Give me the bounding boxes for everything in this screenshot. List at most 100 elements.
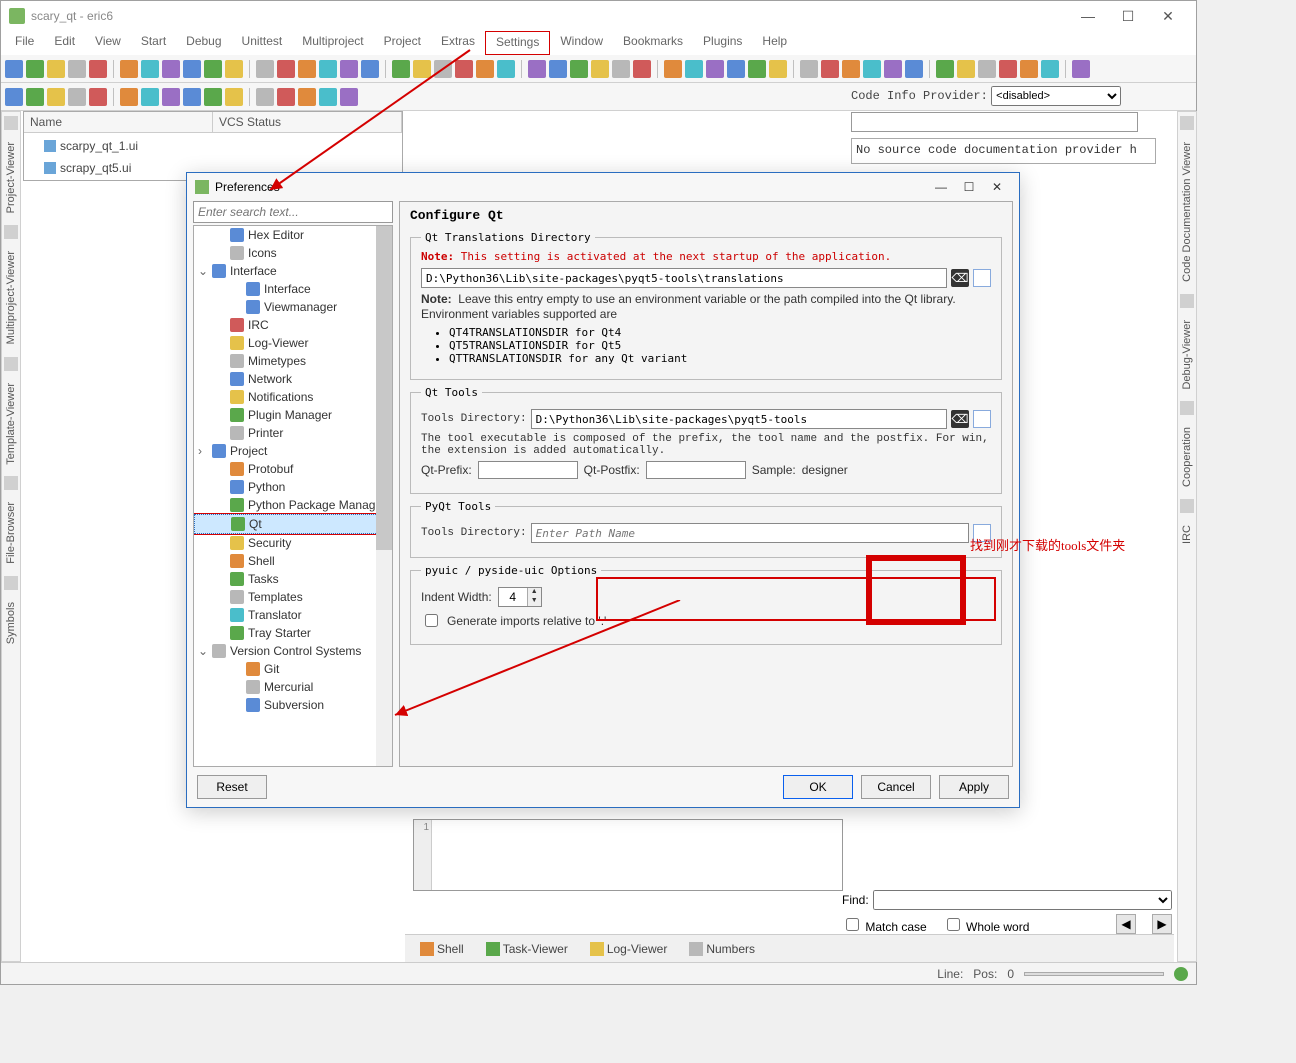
tree-item-mimetypes[interactable]: Mimetypes <box>194 352 392 370</box>
toolbar-icon[interactable] <box>183 88 201 106</box>
toolbar-icon[interactable] <box>1041 60 1059 78</box>
toolbar-icon[interactable] <box>821 60 839 78</box>
toolbar-icon[interactable] <box>141 88 159 106</box>
toolbar-icon[interactable] <box>392 60 410 78</box>
bottom-tab-task-viewer[interactable]: Task-Viewer <box>477 938 577 960</box>
toolbar-icon[interactable] <box>120 88 138 106</box>
whole-word-checkbox[interactable]: Whole word <box>943 915 1030 934</box>
find-prev-button[interactable]: ◀ <box>1116 914 1136 934</box>
column-vcs[interactable]: VCS Status <box>213 112 402 132</box>
side-tab-icon[interactable] <box>4 225 18 239</box>
toolbar-icon[interactable] <box>340 60 358 78</box>
toolbar-icon[interactable] <box>5 60 23 78</box>
side-tab-icon[interactable] <box>4 576 18 590</box>
menu-settings[interactable]: Settings <box>485 31 550 55</box>
side-tab-icon[interactable] <box>4 116 18 130</box>
apply-button[interactable]: Apply <box>939 775 1009 799</box>
toolbar-icon[interactable] <box>549 60 567 78</box>
tree-item-network[interactable]: Network <box>194 370 392 388</box>
tree-item-notifications[interactable]: Notifications <box>194 388 392 406</box>
toolbar-icon[interactable] <box>978 60 996 78</box>
toolbar-icon[interactable] <box>570 60 588 78</box>
tree-item-tasks[interactable]: Tasks <box>194 570 392 588</box>
tree-item-viewmanager[interactable]: Viewmanager <box>194 298 392 316</box>
toolbar-icon[interactable] <box>68 60 86 78</box>
side-tab-icon[interactable] <box>1180 116 1194 130</box>
toolbar-icon[interactable] <box>183 60 201 78</box>
toolbar-icon[interactable] <box>225 88 243 106</box>
tree-item-qt[interactable]: Qt <box>194 514 392 534</box>
tree-item-python[interactable]: Python <box>194 478 392 496</box>
side-tab-multiproject-viewer[interactable]: Multiproject-Viewer <box>5 247 17 348</box>
toolbar-icon[interactable] <box>68 88 86 106</box>
file-row[interactable]: scarpy_qt_1.ui <box>24 137 402 155</box>
tree-item-version-control-systems[interactable]: ⌄Version Control Systems <box>194 642 392 660</box>
toolbar-icon[interactable] <box>936 60 954 78</box>
menu-window[interactable]: Window <box>550 31 613 55</box>
side-tab-cooperation[interactable]: Cooperation <box>1181 423 1193 491</box>
bottom-tab-numbers[interactable]: Numbers <box>680 938 764 960</box>
toolbar-icon[interactable] <box>26 60 44 78</box>
reset-button[interactable]: Reset <box>197 775 267 799</box>
tree-item-git[interactable]: Git <box>194 660 392 678</box>
menu-multiproject[interactable]: Multiproject <box>292 31 373 55</box>
find-next-button[interactable]: ▶ <box>1152 914 1172 934</box>
tree-item-python-package-manag-[interactable]: Python Package Manag... <box>194 496 392 514</box>
side-tab-icon[interactable] <box>4 357 18 371</box>
folder-browse-icon[interactable] <box>973 410 991 428</box>
tree-item-icons[interactable]: Icons <box>194 244 392 262</box>
menu-view[interactable]: View <box>85 31 131 55</box>
toolbar-icon[interactable] <box>591 60 609 78</box>
toolbar-icon[interactable] <box>434 60 452 78</box>
toolbar-icon[interactable] <box>89 88 107 106</box>
menu-extras[interactable]: Extras <box>431 31 485 55</box>
preferences-tree[interactable]: Hex EditorIcons⌄InterfaceInterfaceViewma… <box>193 225 393 767</box>
side-tab-icon[interactable] <box>1180 499 1194 513</box>
match-case-checkbox[interactable]: Match case <box>842 915 927 934</box>
side-tab-debug-viewer[interactable]: Debug-Viewer <box>1181 316 1193 394</box>
generate-relative-checkbox[interactable]: Generate imports relative to '.' <box>421 611 991 630</box>
pyqt-tools-dir-input[interactable] <box>531 523 969 543</box>
toolbar-icon[interactable] <box>225 60 243 78</box>
bottom-tab-log-viewer[interactable]: Log-Viewer <box>581 938 676 960</box>
side-tab-icon[interactable] <box>4 476 18 490</box>
zoom-slider[interactable] <box>1024 972 1164 976</box>
toolbar-icon[interactable] <box>47 88 65 106</box>
code-info-provider-select[interactable]: <disabled> <box>991 86 1121 106</box>
tree-item-project[interactable]: ›Project <box>194 442 392 460</box>
dialog-maximize-button[interactable]: ☐ <box>955 175 983 199</box>
toolbar-icon[interactable] <box>319 88 337 106</box>
side-tab-project-viewer[interactable]: Project-Viewer <box>5 138 17 217</box>
toolbar-icon[interactable] <box>476 60 494 78</box>
indent-width-spinner[interactable]: ▲▼ <box>498 587 542 607</box>
side-tab-code documentation viewer[interactable]: Code Documentation Viewer <box>1181 138 1193 286</box>
tree-item-templates[interactable]: Templates <box>194 588 392 606</box>
toolbar-icon[interactable] <box>89 60 107 78</box>
tree-item-protobuf[interactable]: Protobuf <box>194 460 392 478</box>
shell-editor[interactable]: 1 <box>413 819 843 891</box>
toolbar-icon[interactable] <box>298 88 316 106</box>
toolbar-icon[interactable] <box>727 60 745 78</box>
cancel-button[interactable]: Cancel <box>861 775 931 799</box>
toolbar-icon[interactable] <box>26 88 44 106</box>
side-tab-template-viewer[interactable]: Template-Viewer <box>5 379 17 469</box>
qt-prefix-input[interactable] <box>478 461 578 479</box>
toolbar-icon[interactable] <box>769 60 787 78</box>
toolbar-icon[interactable] <box>957 60 975 78</box>
toolbar-icon[interactable] <box>120 60 138 78</box>
menu-file[interactable]: File <box>5 31 44 55</box>
tree-item-interface[interactable]: ⌄Interface <box>194 262 392 280</box>
tree-item-tray-starter[interactable]: Tray Starter <box>194 624 392 642</box>
preferences-search[interactable] <box>193 201 393 223</box>
toolbar-icon[interactable] <box>884 60 902 78</box>
tree-item-interface[interactable]: Interface <box>194 280 392 298</box>
toolbar-icon[interactable] <box>256 60 274 78</box>
toolbar-icon[interactable] <box>612 60 630 78</box>
toolbar-icon[interactable] <box>340 88 358 106</box>
toolbar-icon[interactable] <box>455 60 473 78</box>
menu-project[interactable]: Project <box>374 31 431 55</box>
tree-item-translator[interactable]: Translator <box>194 606 392 624</box>
tree-item-subversion[interactable]: Subversion <box>194 696 392 714</box>
toolbar-icon[interactable] <box>800 60 818 78</box>
toolbar-icon[interactable] <box>905 60 923 78</box>
